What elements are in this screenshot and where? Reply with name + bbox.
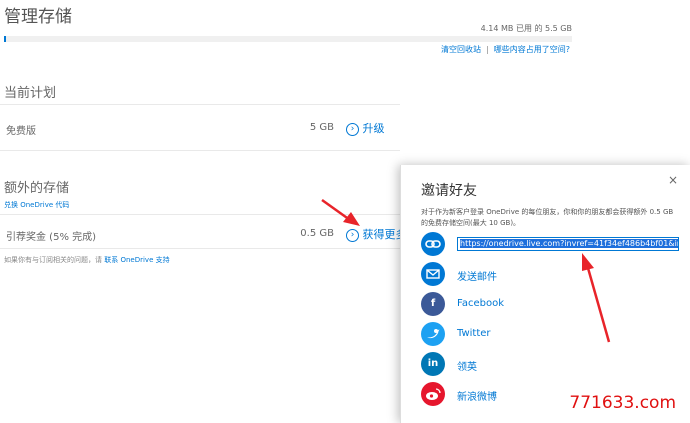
facebook-icon: f (421, 292, 445, 316)
share-option-linkedin[interactable]: in 领英 (421, 352, 690, 378)
upgrade-button[interactable]: › 升级 (346, 120, 385, 136)
redeem-code-link[interactable]: 兑换 OneDrive 代码 (4, 200, 69, 210)
current-plan-title: 当前计划 (4, 86, 57, 101)
contact-support-link[interactable]: 联系 OneDrive 支持 (104, 256, 169, 264)
red-arrow-to-get-more (321, 198, 351, 222)
referral-size: 0.5 GB (300, 228, 334, 239)
share-option-twitter[interactable]: Twitter (421, 322, 690, 348)
dialog-description: 对于作为新客户登录 OneDrive 的每位朋友，你和你的朋友都会获得额外 0.… (421, 208, 674, 227)
twitter-icon (421, 322, 445, 346)
share-option-label: 新浪微博 (457, 392, 497, 403)
share-url-field[interactable]: https://onedrive.live.com?invref=41f34ef… (457, 237, 679, 251)
storage-usage-text: 4.14 MB 已用 的 5.5 GB (480, 24, 572, 33)
plan-name: 免费版 (6, 126, 36, 137)
page-title: 管理存储 (4, 7, 72, 27)
share-url-text: https://onedrive.live.com?invref=41f34ef… (460, 239, 678, 248)
link-separator: | (486, 45, 489, 54)
what-takes-space-link[interactable]: 哪些内容占用了空间? (494, 45, 570, 54)
share-option-label: 发送邮件 (457, 272, 497, 283)
extra-storage-title: 额外的存储 (4, 181, 70, 196)
linkedin-icon: in (421, 352, 445, 376)
dialog-title: 邀请好友 (421, 183, 477, 199)
divider (0, 104, 400, 105)
divider (0, 214, 400, 215)
upgrade-label: 升级 (362, 122, 385, 135)
divider (0, 150, 400, 151)
support-help-text: 如果你有与订阅相关的问题，请 联系 OneDrive 支持 (4, 255, 170, 265)
storage-links: 清空回收站 | 哪些内容占用了空间? (441, 44, 570, 55)
divider (0, 248, 400, 249)
chevron-right-icon: › (346, 228, 359, 242)
empty-recycle-bin-link[interactable]: 清空回收站 (441, 45, 481, 54)
share-option-label: Facebook (457, 298, 504, 309)
watermark-text: 771633.com (569, 393, 676, 413)
share-link-row: https://onedrive.live.com?invref=41f34ef… (421, 232, 690, 258)
plan-size: 5 GB (309, 122, 334, 133)
share-option-facebook[interactable]: f Facebook (421, 292, 690, 318)
mail-icon (421, 262, 445, 286)
support-help-prefix: 如果你有与订阅相关的问题，请 (4, 256, 102, 264)
get-more-button[interactable]: › 获得更多 (346, 226, 407, 242)
chevron-right-icon: › (346, 122, 359, 136)
weibo-icon (421, 382, 445, 406)
referral-label: 引荐奖金 (5% 完成) (6, 232, 97, 243)
share-option-mail[interactable]: 发送邮件 (421, 262, 690, 288)
link-icon[interactable] (421, 232, 445, 256)
storage-usage-fill (4, 36, 6, 42)
share-option-label: 领英 (457, 362, 477, 373)
close-icon[interactable]: × (668, 173, 678, 187)
share-option-label: Twitter (457, 328, 491, 339)
storage-usage-bar (4, 36, 572, 42)
invite-friends-dialog: 邀请好友 × 对于作为新客户登录 OneDrive 的每位朋友，你和你的朋友都会… (400, 165, 690, 423)
